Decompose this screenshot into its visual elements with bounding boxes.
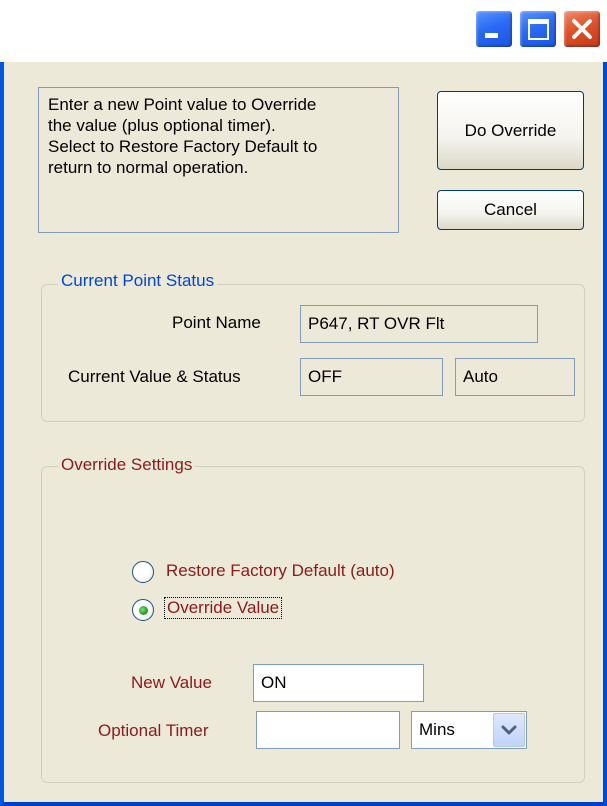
close-icon	[572, 19, 592, 39]
override-value-label[interactable]: Override Value	[164, 597, 283, 619]
title-bar	[0, 0, 607, 62]
restore-factory-default-radio[interactable]	[132, 561, 154, 583]
current-status-field: Auto	[455, 358, 575, 396]
instructions-line: Select to Restore Factory Default to	[48, 137, 318, 156]
instructions-line: return to normal operation.	[48, 158, 249, 177]
instructions-panel: Enter a new Point value to Override the …	[38, 87, 399, 233]
override-value-radio[interactable]	[132, 599, 154, 621]
maximize-icon	[528, 19, 549, 40]
cancel-button[interactable]: Cancel	[437, 190, 584, 230]
close-button[interactable]	[562, 9, 602, 49]
minimize-icon	[485, 33, 498, 38]
optional-timer-label: Optional Timer	[98, 721, 209, 740]
point-name-label: Point Name	[172, 313, 261, 332]
chevron-down-icon	[501, 725, 517, 735]
current-value-field: OFF	[300, 358, 443, 396]
timer-unit-value: Mins	[419, 720, 455, 739]
radio-selected-dot	[139, 606, 148, 615]
dropdown-button[interactable]	[493, 713, 525, 747]
instructions-line: the value (plus optional timer).	[48, 116, 276, 135]
instructions-line: Enter a new Point value to Override	[48, 95, 317, 114]
maximize-button[interactable]	[518, 9, 558, 49]
override-settings-title: Override Settings	[58, 455, 196, 475]
current-point-status-title: Current Point Status	[58, 271, 218, 291]
new-value-label: New Value	[131, 673, 212, 692]
timer-unit-select[interactable]: Mins	[411, 711, 527, 749]
do-override-button[interactable]: Do Override	[437, 91, 584, 170]
current-value-status-label: Current Value & Status	[68, 367, 241, 386]
new-value-input[interactable]	[253, 664, 424, 702]
restore-factory-default-label[interactable]: Restore Factory Default (auto)	[166, 561, 395, 581]
point-name-field: P647, RT OVR Flt	[300, 305, 538, 343]
minimize-button[interactable]	[474, 9, 514, 49]
optional-timer-input[interactable]	[256, 711, 400, 749]
